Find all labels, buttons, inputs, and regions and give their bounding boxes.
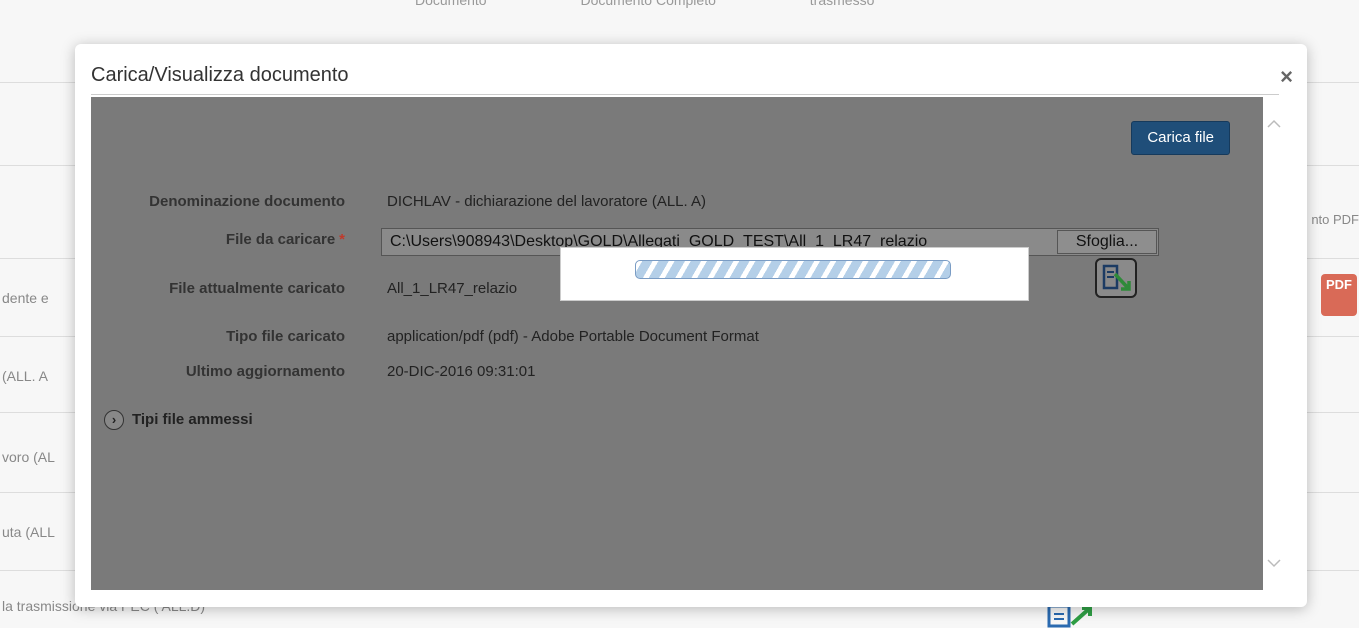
file-upload-icon[interactable] (1095, 258, 1137, 298)
allowed-file-types-label: Tipi file ammessi (132, 410, 253, 428)
upload-progress-bar (635, 260, 951, 279)
bg-row-label: (ALL. A (2, 368, 48, 384)
chevron-up-icon[interactable] (1266, 117, 1282, 131)
file-to-upload-label: File da caricare * (91, 231, 345, 248)
bg-header-trasmesso: trasmesso (809, 0, 875, 8)
chevron-down-icon[interactable] (1266, 556, 1282, 570)
bg-row-label: uta (ALL (2, 524, 55, 540)
current-file-value: All_1_LR47_relazio (387, 280, 518, 297)
upload-document-modal: Carica/Visualizza documento × Carica fil… (75, 44, 1307, 607)
modal-body: Carica file Denominazione documento DICH… (91, 97, 1263, 590)
pdf-download-icon[interactable]: PDF (1321, 274, 1357, 316)
document-name-value: DICHLAV - dichiarazione del lavoratore (… (387, 193, 707, 210)
bg-header-documento-completo: Documento Completo (580, 0, 716, 8)
chevron-right-icon: › (104, 410, 124, 430)
allowed-file-types-toggle[interactable]: › Tipi file ammessi (104, 410, 253, 430)
close-icon[interactable]: × (1280, 66, 1293, 88)
upload-progress-popup (560, 247, 1029, 301)
bg-row-label: dente e (2, 290, 49, 306)
file-to-upload-label-text: File da caricare (225, 231, 336, 248)
pdf-icon-label: PDF (1326, 277, 1352, 292)
browse-button[interactable]: Sfoglia... (1057, 230, 1157, 254)
last-update-label: Ultimo aggiornamento (185, 363, 345, 380)
file-type-label: Tipo file caricato (226, 328, 345, 345)
bg-header-documento-pdf: nto PDF (1311, 212, 1359, 227)
modal-title: Carica/Visualizza documento (91, 64, 349, 86)
document-name-label: Denominazione documento (149, 193, 345, 210)
current-file-label: File attualmente caricato (169, 280, 345, 297)
bg-column-headers: Documento Documento Completo trasmesso (415, 0, 964, 8)
required-marker: * (339, 231, 345, 248)
upload-file-button[interactable]: Carica file (1131, 121, 1230, 155)
bg-row-label: voro (AL (2, 449, 55, 465)
title-divider (91, 94, 1279, 95)
file-type-value: application/pdf (pdf) - Adobe Portable D… (387, 328, 759, 345)
last-update-value: 20-DIC-2016 09:31:01 (387, 363, 536, 380)
bg-header-documento: Documento (415, 0, 487, 8)
modal-scrollbar[interactable] (1263, 97, 1285, 590)
